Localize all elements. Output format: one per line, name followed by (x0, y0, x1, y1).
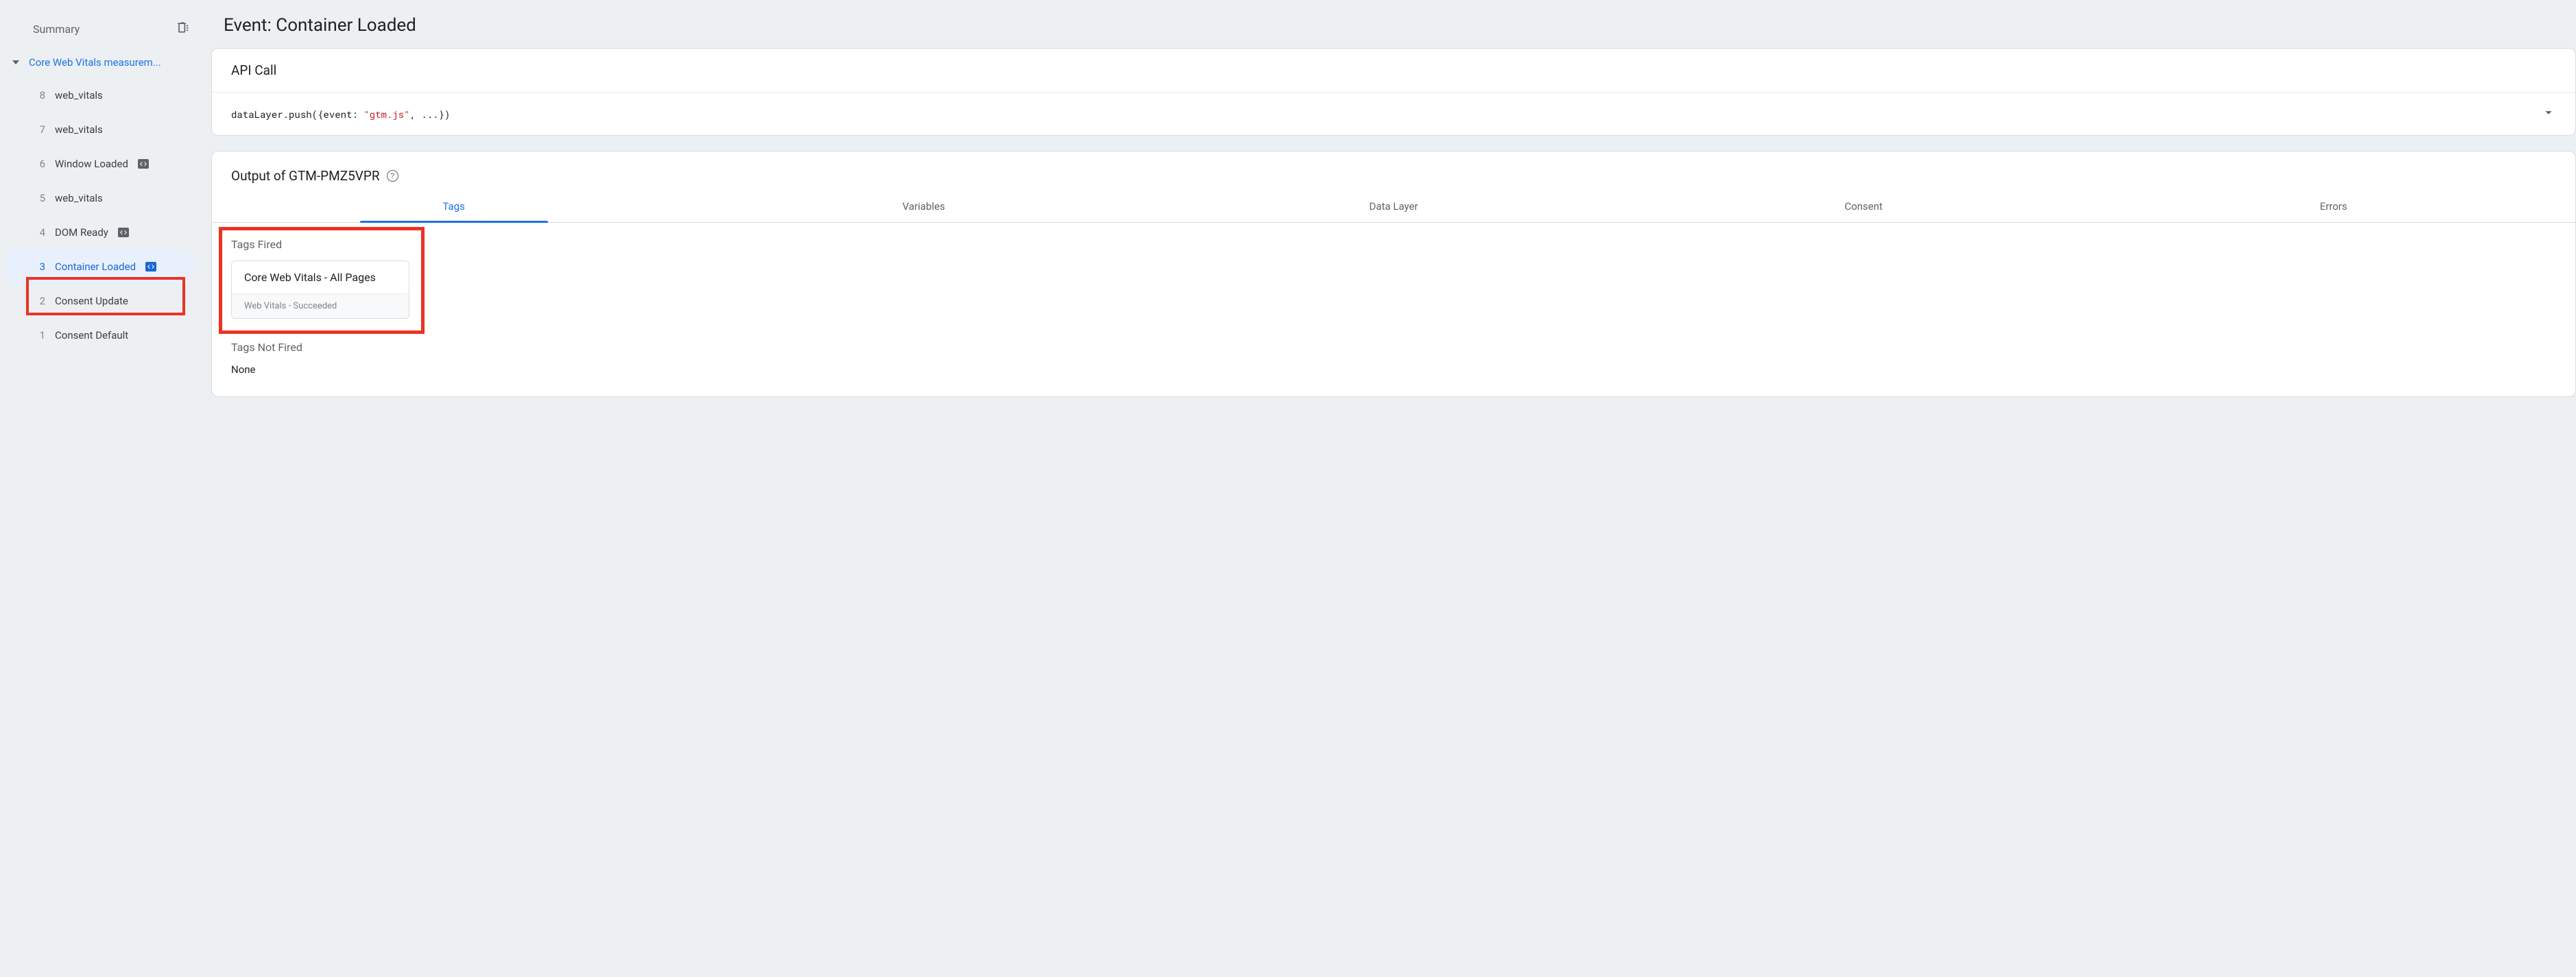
event-item[interactable]: 1 Consent Default (7, 318, 195, 352)
event-label: Window Loaded (55, 158, 128, 170)
delete-sweep-icon[interactable] (176, 21, 189, 37)
event-item[interactable]: 4 DOM Ready (7, 215, 195, 250)
api-call-card: API Call dataLayer.push({event: "gtm.js"… (211, 48, 2576, 136)
chevron-down-icon[interactable] (2541, 105, 2556, 123)
fired-tag-subtitle: Web Vitals - Succeeded (232, 293, 409, 318)
event-number: 7 (37, 123, 45, 136)
event-label: Consent Default (55, 329, 128, 341)
event-number: 8 (37, 89, 45, 101)
event-item[interactable]: 8 web_vitals (7, 78, 195, 112)
event-item[interactable]: 5 web_vitals (7, 181, 195, 215)
code-icon (118, 228, 129, 237)
tab-variables[interactable]: Variables (689, 189, 1158, 222)
event-label: Container Loaded (55, 261, 136, 273)
event-number: 6 (37, 158, 45, 170)
event-item[interactable]: 7 web_vitals (7, 112, 195, 147)
code-icon (145, 262, 156, 272)
event-number: 5 (37, 192, 45, 204)
tags-fired-label: Tags Fired (231, 238, 2556, 251)
api-call-body[interactable]: dataLayer.push({event: "gtm.js", ...}) (212, 93, 2575, 135)
tab-consent[interactable]: Consent (1629, 189, 2099, 222)
event-item[interactable]: 3 Container Loaded (7, 250, 195, 284)
output-card: Output of GTM-PMZ5VPR ? TagsVariablesDat… (211, 151, 2576, 397)
fired-tag-card[interactable]: Core Web Vitals - All Pages Web Vitals -… (231, 261, 409, 319)
event-label: web_vitals (55, 123, 103, 136)
event-label: web_vitals (55, 192, 103, 204)
api-call-header: API Call (212, 49, 2575, 93)
output-header: Output of GTM-PMZ5VPR (231, 168, 380, 184)
container-tree-header[interactable]: Core Web Vitals measurem... (7, 51, 199, 74)
tab-tags[interactable]: Tags (219, 189, 689, 222)
fired-tag-title: Core Web Vitals - All Pages (232, 261, 409, 293)
caret-down-icon (12, 60, 19, 64)
event-item[interactable]: 2 Consent Update (7, 284, 195, 318)
tags-not-fired-value: None (231, 363, 2556, 376)
event-item[interactable]: 6 Window Loaded (7, 147, 195, 181)
tags-not-fired-label: Tags Not Fired (231, 341, 2556, 354)
help-icon[interactable]: ? (387, 170, 398, 182)
page-title: Event: Container Loaded (211, 7, 2576, 48)
api-call-code-value: "gtm.js" (363, 108, 409, 121)
event-label: DOM Ready (55, 226, 108, 239)
event-label: Consent Update (55, 295, 128, 307)
event-label: web_vitals (55, 89, 103, 101)
container-name: Core Web Vitals measurem... (29, 56, 161, 69)
event-number: 2 (37, 295, 45, 307)
api-call-code-suffix: , ...}) (409, 108, 450, 121)
event-number: 3 (37, 261, 45, 273)
tab-errors[interactable]: Errors (2099, 189, 2568, 222)
api-call-code-prefix: dataLayer.push({event: (231, 108, 363, 121)
summary-title[interactable]: Summary (33, 23, 80, 36)
code-icon (138, 159, 149, 169)
event-number: 1 (37, 329, 45, 341)
event-number: 4 (37, 226, 45, 239)
tab-data-layer[interactable]: Data Layer (1158, 189, 1628, 222)
